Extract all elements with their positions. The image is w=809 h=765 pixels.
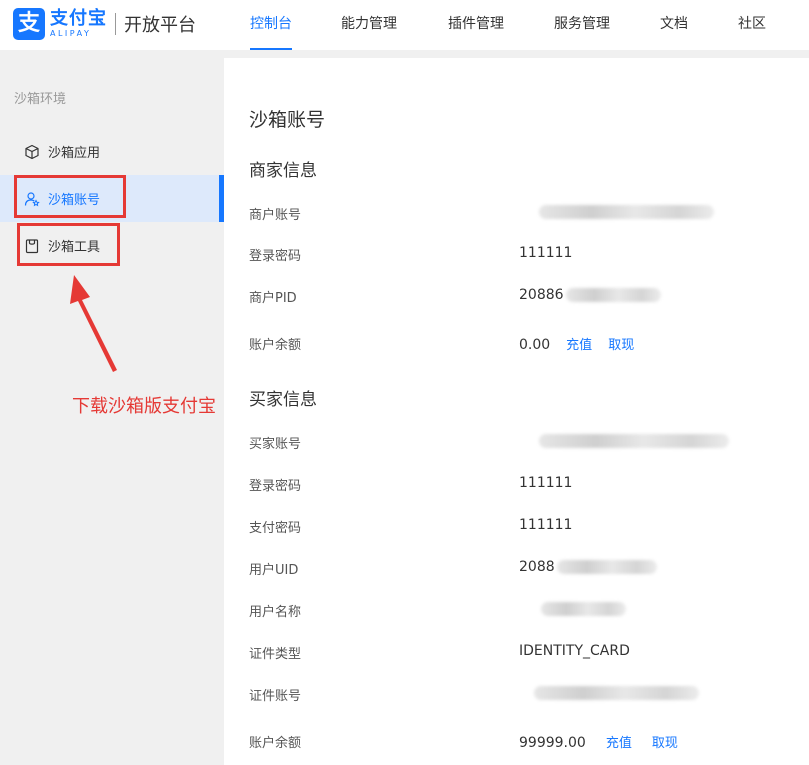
sidebar-item-label: 沙箱应用 — [48, 146, 101, 161]
redacted-merchant-pid — [565, 288, 661, 302]
merchant-balance-value: 0.00 充值 取现 — [519, 334, 634, 353]
merchant-balance-amount: 0.00 — [519, 337, 551, 353]
buyer-withdraw-link[interactable]: 取现 — [652, 736, 678, 751]
buyer-pay-password-value: 111111 — [519, 517, 573, 533]
nav-docs[interactable]: 文档 — [660, 0, 688, 50]
merchant-recharge-link[interactable]: 充值 — [566, 338, 592, 353]
buyer-id-number-label: 证件账号 — [249, 689, 302, 704]
buyer-id-number-row: 证件账号 — [249, 685, 789, 705]
buyer-uid-value: 2088 — [519, 559, 657, 575]
buyer-account-row: 买家账号 — [249, 433, 789, 453]
buyer-pay-password-row: 支付密码 111111 — [249, 517, 789, 537]
alipay-logo[interactable]: 支 支付宝 ALIPAY 开放平台 — [13, 8, 196, 40]
merchant-account-row: 商户账号 — [249, 204, 789, 224]
merchant-pid-row: 商户PID 20886 — [249, 287, 789, 307]
buyer-balance-row: 账户余额 99999.00 充值 取现 — [249, 732, 789, 752]
merchant-pid-value: 20886 — [519, 287, 661, 303]
redacted-buyer-id-number — [534, 686, 699, 700]
merchant-password-row: 登录密码 111111 — [249, 245, 789, 265]
buyer-balance-label: 账户余额 — [249, 736, 302, 751]
buyer-name-label: 用户名称 — [249, 605, 302, 620]
buyer-uid-prefix: 2088 — [519, 559, 555, 575]
highlight-box-account — [14, 175, 126, 218]
merchant-section-title: 商家信息 — [249, 161, 317, 181]
buyer-name-row: 用户名称 — [249, 601, 789, 621]
buyer-uid-label: 用户UID — [249, 563, 299, 578]
cube-icon — [25, 144, 39, 159]
logo-text: 支付宝 ALIPAY — [50, 9, 107, 39]
redacted-buyer-account — [539, 434, 729, 448]
buyer-id-type-label: 证件类型 — [249, 647, 302, 662]
merchant-password-label: 登录密码 — [249, 249, 302, 264]
alipay-logo-icon: 支 — [13, 8, 45, 40]
nav-plugins[interactable]: 插件管理 — [448, 0, 504, 50]
nav-services[interactable]: 服务管理 — [554, 0, 610, 50]
buyer-section-title: 买家信息 — [249, 390, 317, 410]
sidebar-item-sandbox-app[interactable]: 沙箱应用 — [0, 128, 224, 175]
buyer-pay-password-label: 支付密码 — [249, 521, 302, 536]
redacted-buyer-uid — [556, 560, 657, 574]
buyer-id-type-row: 证件类型 IDENTITY_CARD — [249, 643, 789, 663]
merchant-password-value: 111111 — [519, 245, 573, 261]
nav-console-label: 控制台 — [250, 16, 292, 32]
redacted-buyer-name — [541, 602, 626, 616]
buyer-account-label: 买家账号 — [249, 437, 302, 452]
merchant-withdraw-link[interactable]: 取现 — [608, 338, 634, 353]
main-content: 沙箱账号 商家信息 商户账号 登录密码 111111 商户PID 20886 账… — [224, 58, 809, 765]
buyer-balance-amount: 99999.00 — [519, 735, 586, 751]
nav-active-underline — [250, 48, 292, 50]
annotation-text: 下载沙箱版支付宝 — [72, 396, 216, 417]
logo-divider — [115, 13, 116, 35]
buyer-password-label: 登录密码 — [249, 479, 302, 494]
buyer-name-value — [541, 601, 626, 617]
nav-community[interactable]: 社区 — [738, 0, 766, 50]
buyer-recharge-link[interactable]: 充值 — [606, 736, 632, 751]
merchant-balance-row: 账户余额 0.00 充值 取现 — [249, 334, 789, 354]
buyer-id-type-value: IDENTITY_CARD — [519, 643, 630, 659]
buyer-balance-value: 99999.00 充值 取现 — [519, 732, 678, 751]
nav-console[interactable]: 控制台 — [250, 0, 292, 50]
buyer-password-row: 登录密码 111111 — [249, 475, 789, 495]
logo-cn-text: 支付宝 — [50, 8, 107, 29]
buyer-account-value — [539, 433, 729, 449]
highlight-box-tools — [17, 223, 120, 266]
merchant-account-label: 商户账号 — [249, 208, 302, 223]
arrow-icon — [70, 275, 117, 372]
top-header: 支 支付宝 ALIPAY 开放平台 控制台 能力管理 插件管理 服务管理 文档 … — [0, 0, 809, 50]
buyer-id-number-value — [534, 685, 699, 701]
merchant-balance-label: 账户余额 — [249, 338, 302, 353]
redacted-merchant-account — [539, 205, 714, 219]
merchant-pid-label: 商户PID — [249, 291, 297, 306]
buyer-uid-row: 用户UID 2088 — [249, 559, 789, 579]
merchant-pid-prefix: 20886 — [519, 287, 564, 303]
sidebar-group-label: 沙箱环境 — [14, 92, 67, 107]
platform-title: 开放平台 — [124, 15, 196, 36]
buyer-password-value: 111111 — [519, 475, 573, 491]
logo-en-text: ALIPAY — [50, 29, 92, 38]
merchant-account-value — [539, 204, 714, 220]
nav-capability[interactable]: 能力管理 — [341, 0, 397, 50]
page-title: 沙箱账号 — [249, 109, 326, 131]
